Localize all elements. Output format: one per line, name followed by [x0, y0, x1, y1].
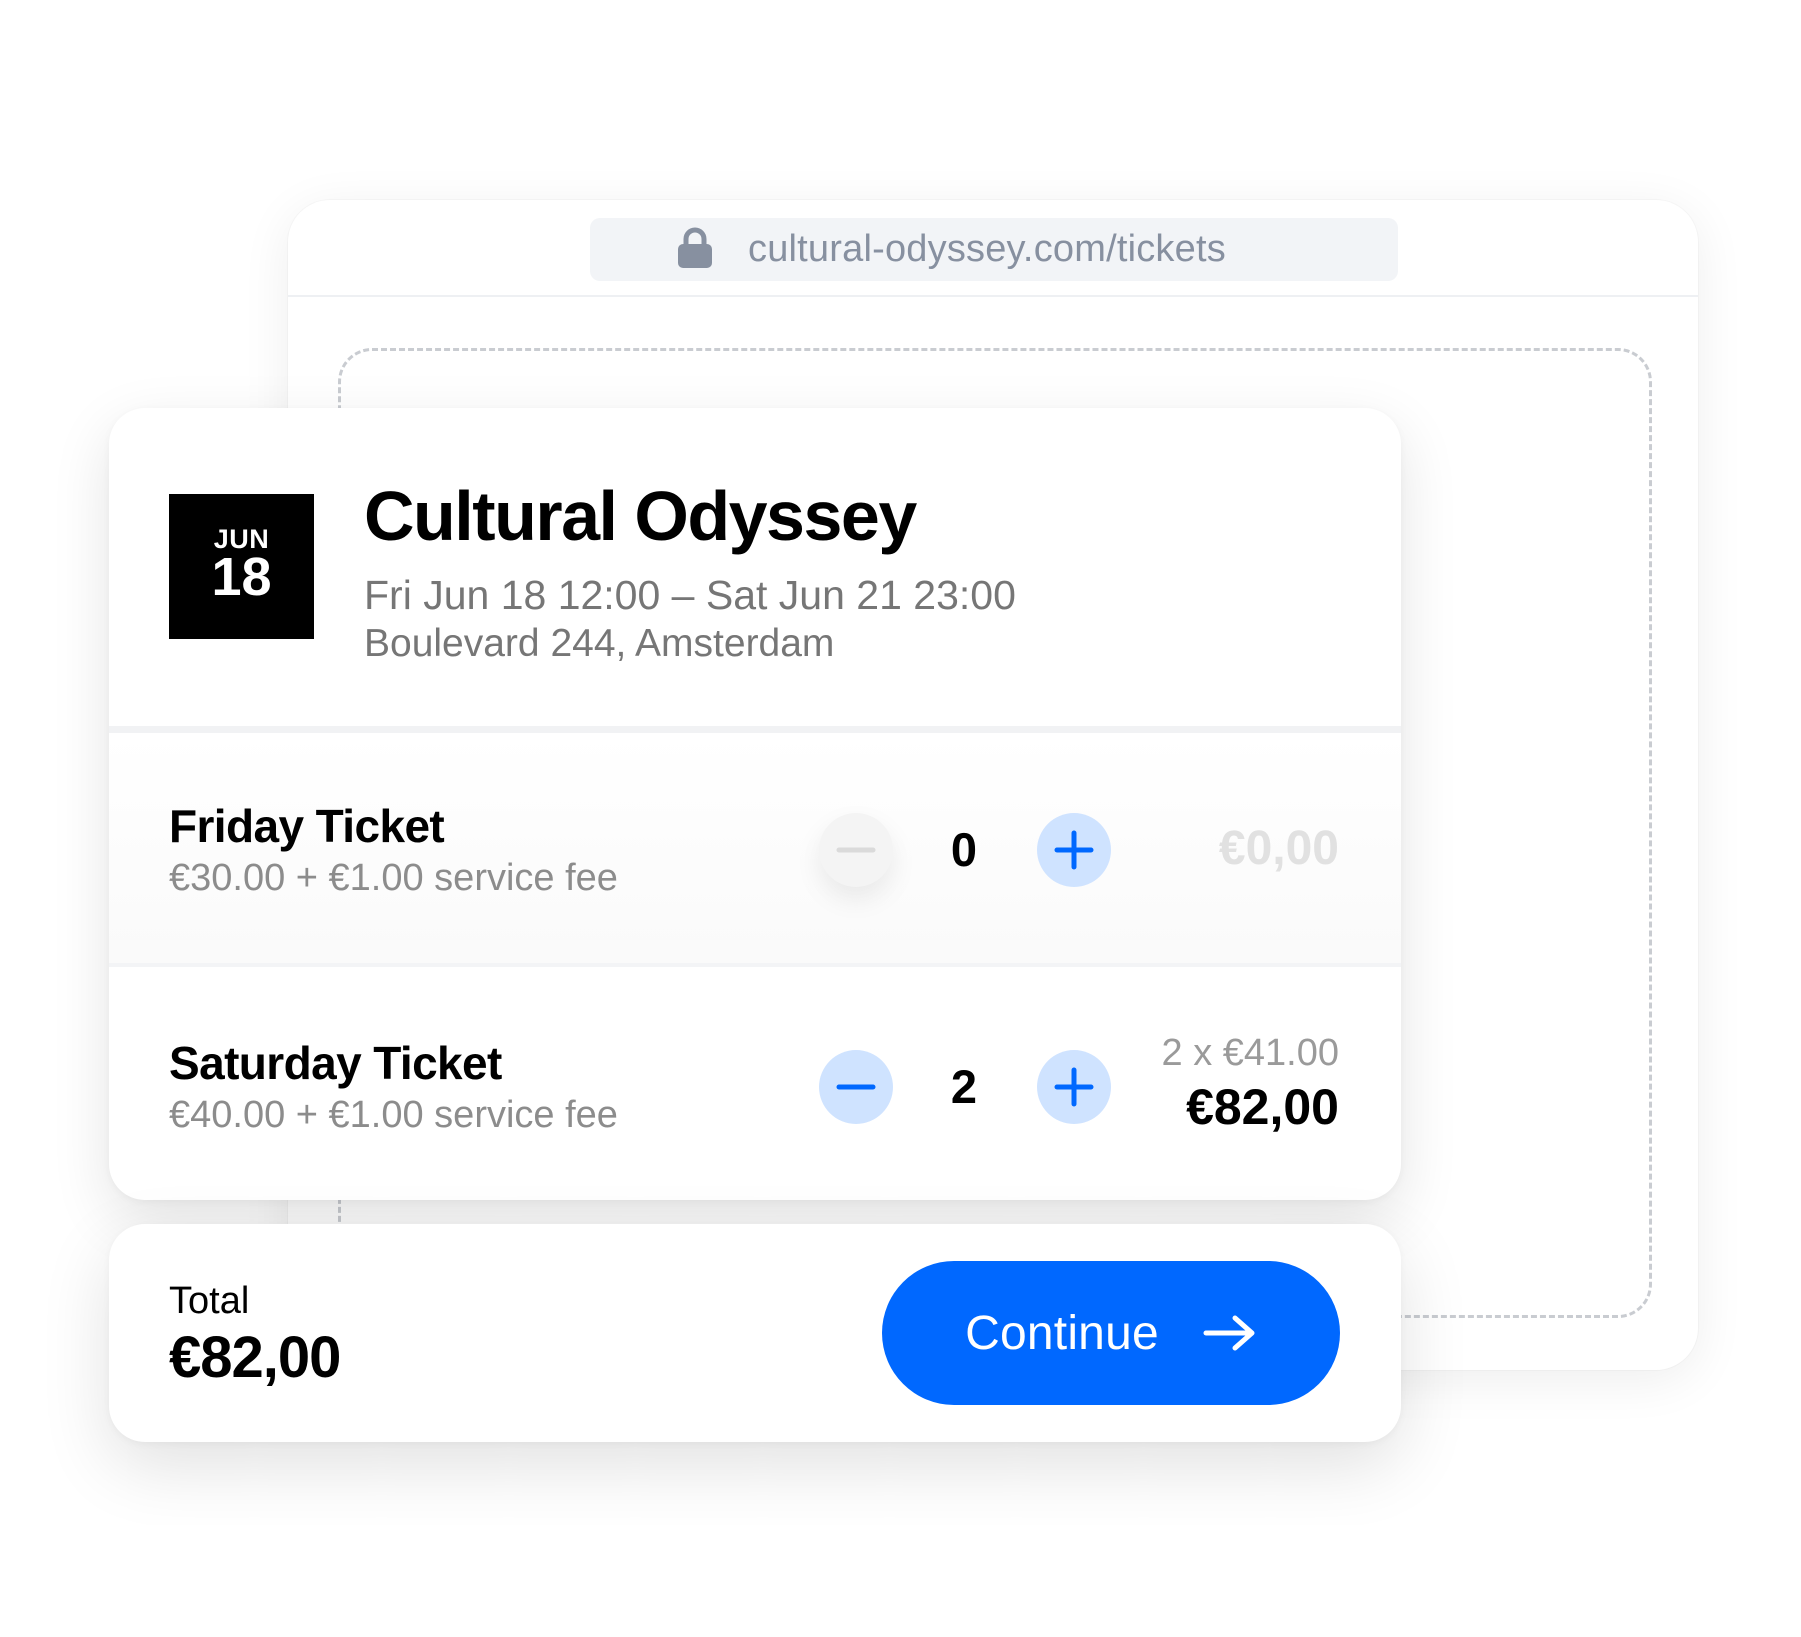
- quantity-value: 0: [950, 823, 978, 876]
- continue-button[interactable]: Continue: [882, 1261, 1340, 1405]
- event-header: JUN 18 Cultural Odyssey Fri Jun 18 12:00…: [109, 408, 1401, 726]
- minus-icon: [836, 1084, 876, 1090]
- event-card: JUN 18 Cultural Odyssey Fri Jun 18 12:00…: [109, 408, 1401, 1200]
- ticket-row-friday: Friday Ticket €30.00 + €1.00 service fee…: [109, 733, 1401, 963]
- ticket-subtotal: €0,00: [1218, 822, 1339, 875]
- date-day: 18: [211, 547, 272, 607]
- plus-icon: [1054, 1067, 1094, 1107]
- browser-address-bar: cultural-odyssey.com/tickets: [288, 200, 1698, 297]
- total-value: €82,00: [169, 1325, 341, 1390]
- decrease-button[interactable]: [819, 1050, 893, 1124]
- arrow-right-icon: [1203, 1315, 1255, 1351]
- lock-icon: [678, 227, 712, 268]
- plus-icon: [1054, 830, 1094, 870]
- ticket-name: Saturday Ticket: [169, 1037, 502, 1089]
- ticket-price: €40.00 + €1.00 service fee: [169, 1094, 618, 1136]
- ticket-row-saturday: Saturday Ticket €40.00 + €1.00 service f…: [109, 970, 1401, 1200]
- event-datetime: Fri Jun 18 12:00 – Sat Jun 21 23:00: [364, 572, 1016, 618]
- increase-button[interactable]: [1037, 813, 1111, 887]
- header-divider: [109, 726, 1401, 733]
- stage: cultural-odyssey.com/tickets JUN 18 Cult…: [0, 0, 1801, 1637]
- quantity-value: 2: [950, 1060, 978, 1113]
- checkout-footer: Total €82,00 Continue: [109, 1224, 1401, 1442]
- date-badge: JUN 18: [169, 494, 314, 639]
- total-label: Total: [169, 1280, 250, 1322]
- minus-icon: [836, 847, 876, 853]
- continue-label: Continue: [965, 1306, 1159, 1360]
- event-title: Cultural Odyssey: [364, 477, 917, 555]
- ticket-price: €30.00 + €1.00 service fee: [169, 857, 618, 899]
- url-field[interactable]: cultural-odyssey.com/tickets: [590, 218, 1398, 281]
- row-divider: [109, 963, 1401, 967]
- ticket-subtotal: €82,00: [1186, 1079, 1339, 1135]
- increase-button[interactable]: [1037, 1050, 1111, 1124]
- ticket-breakdown: 2 x €41.00: [1161, 1032, 1339, 1074]
- decrease-button[interactable]: [819, 813, 893, 887]
- ticket-name: Friday Ticket: [169, 800, 445, 852]
- event-venue: Boulevard 244, Amsterdam: [364, 622, 835, 665]
- url-text: cultural-odyssey.com/tickets: [748, 228, 1226, 270]
